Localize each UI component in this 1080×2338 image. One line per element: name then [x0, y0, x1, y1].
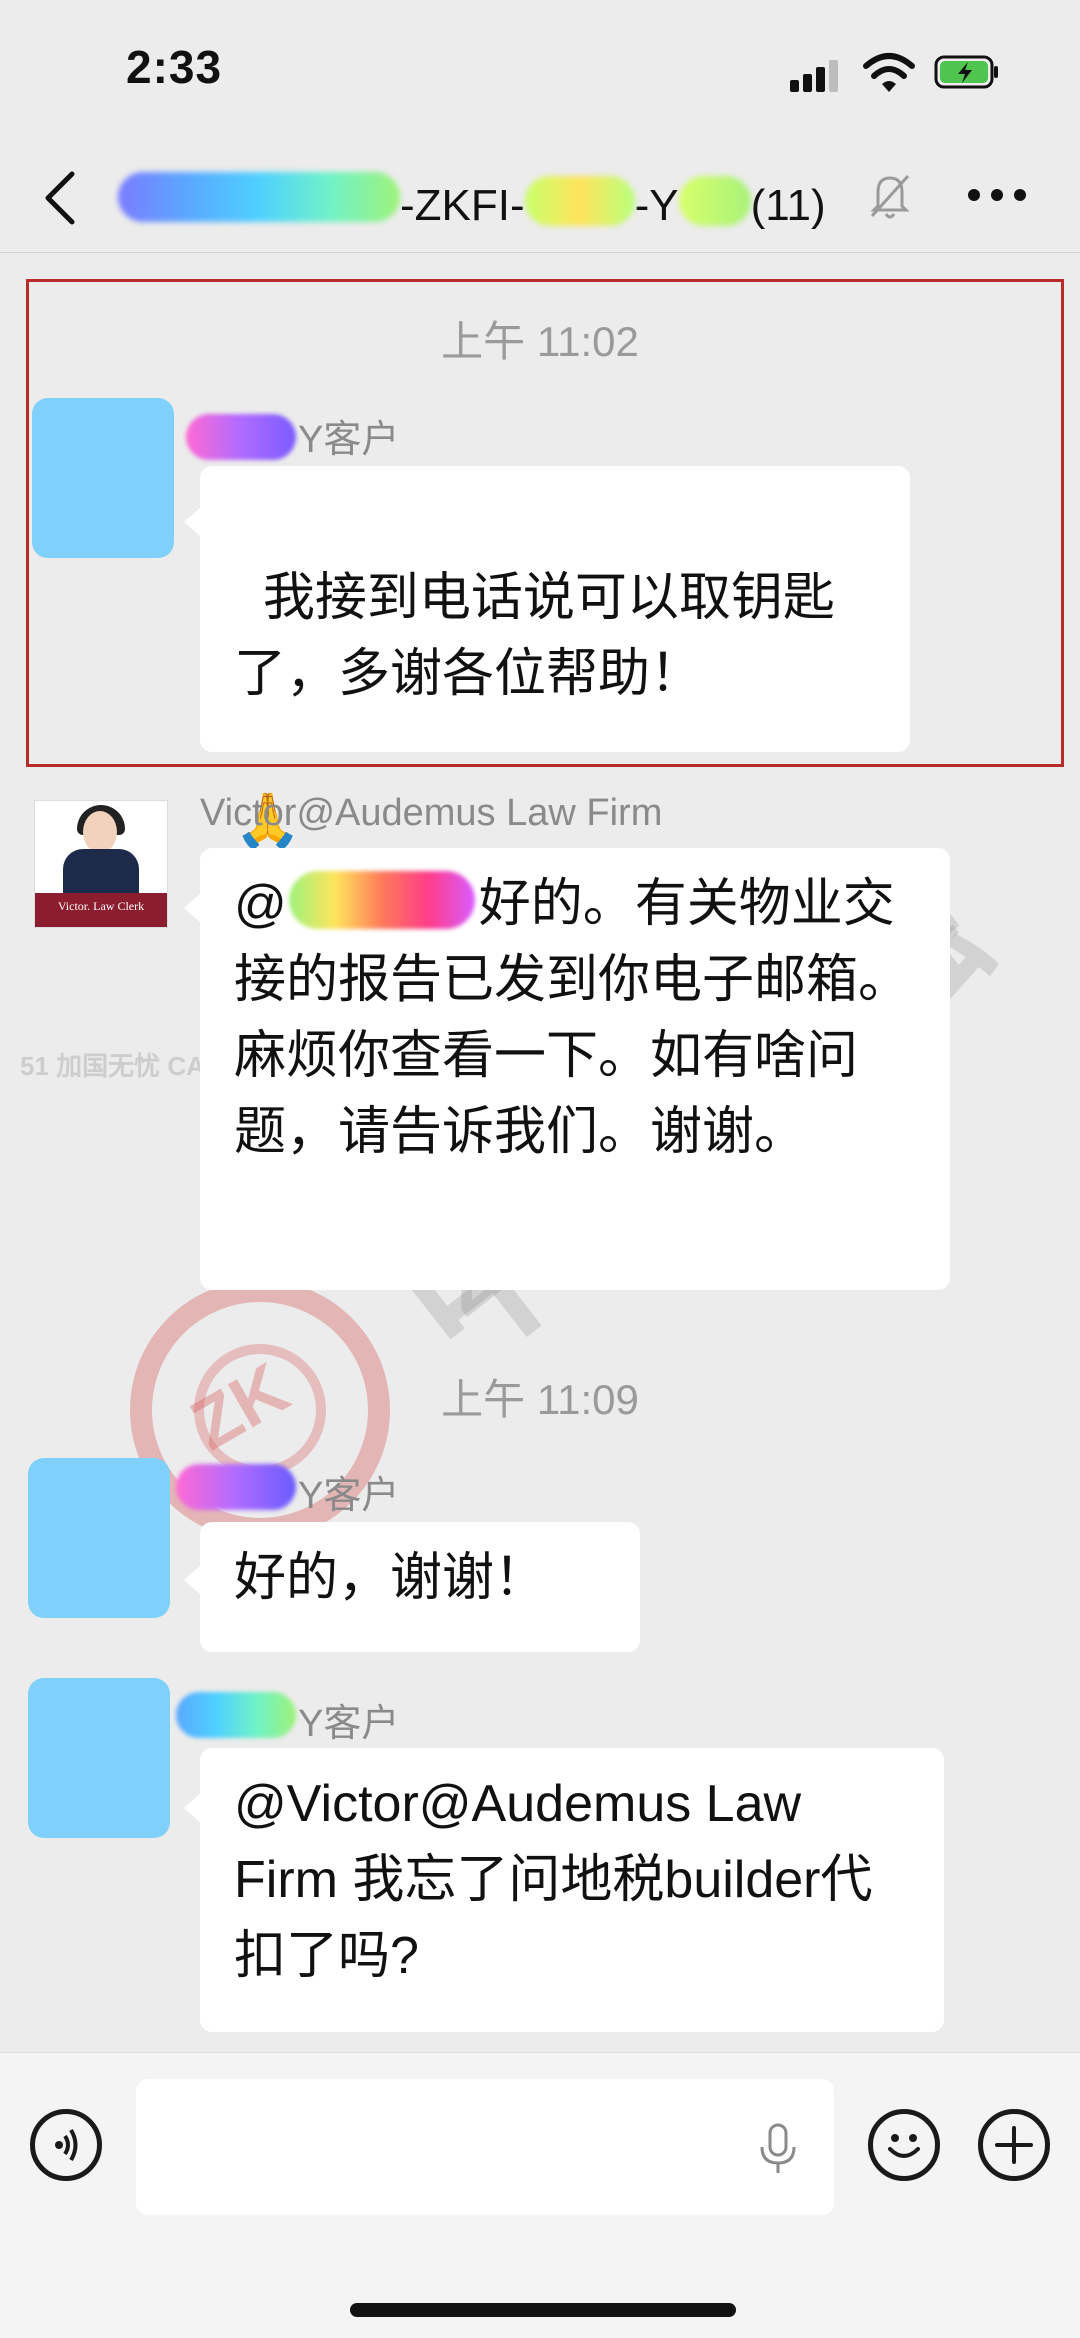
message-text: 我接到电话说可以取钥匙了，多谢各位帮助！ [234, 569, 835, 703]
home-indicator[interactable] [350, 2303, 736, 2317]
avatar[interactable] [32, 398, 174, 558]
avatar-caption: Victor. Law Clerk [57, 899, 145, 913]
sender-name: Victor@Audemus Law Firm [200, 792, 663, 834]
message-text: @Victor@Audemus Law Firm 我忘了问地税builder代扣… [234, 1775, 873, 1985]
more-options-icon[interactable] [966, 186, 1028, 204]
smiley-icon [888, 2134, 920, 2158]
status-time: 2:33 [126, 41, 223, 93]
sender-name: Y客户 [298, 419, 400, 461]
add-button[interactable] [978, 2109, 1050, 2181]
back-chevron-icon[interactable] [40, 168, 80, 228]
wifi-icon [863, 53, 915, 92]
input-bar [0, 2052, 1080, 2338]
message-bubble[interactable]: 我接到电话说可以取钥匙了，多谢各位帮助！ 🙏 [200, 466, 910, 851]
group-title[interactable]: -ZKFI- -Y (11) [118, 160, 918, 232]
mention-prefix: @ [234, 875, 287, 933]
time-divider: 上午 11:09 [441, 1376, 639, 1423]
redacted-name [186, 414, 296, 460]
battery-charging-icon [934, 55, 998, 89]
voice-wave-icon [55, 2128, 78, 2162]
sender-name: Y客户 [298, 1703, 400, 1745]
chat-header: -ZKFI- -Y (11) [0, 140, 1080, 253]
cellular-signal-icon [790, 58, 840, 92]
avatar[interactable]: Victor. Law Clerk [34, 800, 168, 928]
message-bubble[interactable]: @Victor@Audemus Law Firm 我忘了问地税builder代扣… [200, 1748, 944, 2032]
avatar-head [83, 811, 117, 853]
microphone-icon[interactable] [756, 2121, 800, 2177]
sender-name: Y客户 [298, 1475, 400, 1517]
message-input[interactable] [136, 2079, 834, 2215]
member-count: (11) [750, 181, 826, 230]
redacted-name [524, 176, 635, 226]
redacted-name [176, 1464, 296, 1510]
mute-bell-icon [870, 174, 910, 219]
voice-input-button[interactable] [30, 2109, 102, 2181]
plus-icon [995, 2126, 1033, 2164]
redacted-mention [288, 871, 475, 929]
avatar[interactable] [28, 1678, 170, 1838]
redacted-name [678, 176, 751, 226]
title-part-code: -ZKFI- [400, 181, 525, 230]
group-title-text: -ZKFI- -Y (11) [118, 170, 918, 234]
redacted-name [176, 1692, 296, 1738]
time-divider: 上午 11:02 [441, 318, 639, 365]
avatar[interactable] [28, 1458, 170, 1618]
title-part-y: -Y [634, 181, 679, 230]
emoji-button[interactable] [868, 2109, 940, 2181]
message-bubble[interactable]: 好的，谢谢！ [200, 1522, 640, 1652]
status-bar: 2:33 [0, 0, 1080, 140]
message-text: 好的，谢谢！ [234, 1549, 547, 1607]
message-bubble[interactable]: @ 好的。有关物业交接的报告已发到你电子邮箱。麻烦你查看一下。如有啥问题，请告诉我… [200, 848, 950, 1290]
